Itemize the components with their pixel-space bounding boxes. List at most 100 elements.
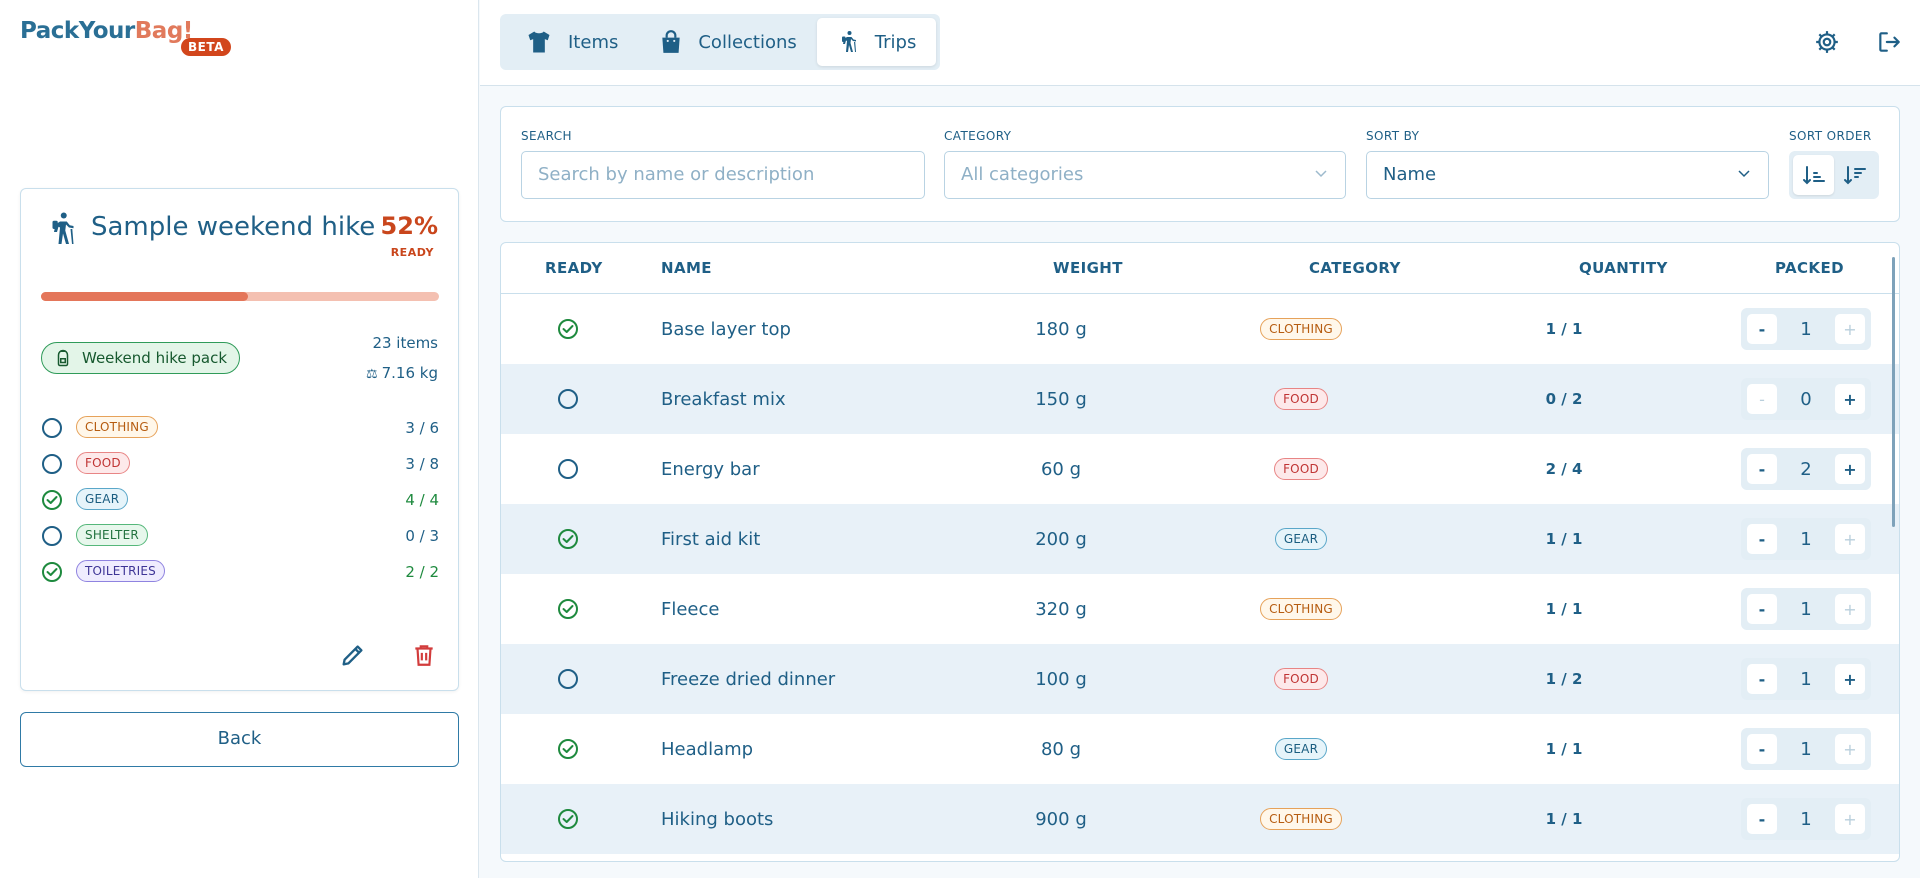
ready-status bbox=[557, 714, 587, 784]
packed-cell: - 1 + bbox=[1741, 644, 1871, 714]
logout-icon[interactable] bbox=[1876, 29, 1902, 55]
col-name[interactable]: NAME bbox=[661, 259, 712, 277]
sortorder-label: SORT ORDER bbox=[1789, 129, 1872, 143]
tab-items[interactable]: Items bbox=[504, 18, 638, 66]
item-weight: 150 g bbox=[1035, 388, 1087, 410]
category-tag: TOILETRIES bbox=[76, 560, 165, 582]
tab-collections[interactable]: Collections bbox=[638, 18, 816, 66]
pack-chip[interactable]: Weekend hike pack bbox=[41, 342, 241, 374]
decrement-button[interactable]: - bbox=[1747, 314, 1777, 344]
item-name: Energy bar bbox=[661, 458, 760, 480]
category-select[interactable]: All categories bbox=[944, 151, 1346, 199]
table-row[interactable]: Breakfast mix 150 g FOOD 0 / 2 - 0 + bbox=[501, 364, 1899, 434]
col-ready[interactable]: READY bbox=[545, 259, 603, 277]
increment-button[interactable]: + bbox=[1834, 384, 1865, 414]
item-category: FOOD bbox=[1201, 644, 1401, 714]
increment-button[interactable]: + bbox=[1834, 594, 1865, 624]
item-weight: 100 g bbox=[1035, 668, 1087, 690]
tab-trips[interactable]: Trips bbox=[816, 18, 937, 66]
pack-chip-label: Weekend hike pack bbox=[82, 349, 228, 367]
check-circle-icon bbox=[42, 562, 62, 582]
table-row[interactable]: Hiking boots 900 g CLOTHING 1 / 1 - 1 + bbox=[501, 784, 1899, 854]
backpack-icon bbox=[57, 349, 69, 367]
packed-cell: - 1 + bbox=[1741, 784, 1871, 854]
increment-button[interactable]: + bbox=[1834, 804, 1865, 834]
item-weight: 200 g bbox=[1035, 528, 1087, 550]
category-progress-row: SHELTER 0 / 3 bbox=[41, 519, 439, 555]
check-circle-icon bbox=[558, 739, 578, 759]
back-button[interactable]: Back bbox=[20, 712, 459, 767]
sort-ascending-button[interactable] bbox=[1793, 155, 1834, 195]
item-quantity: 0 / 2 bbox=[1545, 390, 1583, 408]
category-progress-row: GEAR 4 / 4 bbox=[41, 483, 439, 519]
table-row[interactable]: Headlamp 80 g GEAR 1 / 1 - 1 + bbox=[501, 714, 1899, 784]
col-quantity[interactable]: QUANTITY bbox=[1579, 259, 1668, 277]
sort-order-toggle bbox=[1789, 151, 1879, 199]
empty-circle-icon bbox=[42, 454, 62, 474]
category-count: 4 / 4 bbox=[405, 491, 439, 509]
item-category: FOOD bbox=[1201, 364, 1401, 434]
sort-descending-button[interactable] bbox=[1834, 155, 1875, 195]
table-scrollbar[interactable] bbox=[1892, 257, 1895, 527]
increment-button[interactable]: + bbox=[1834, 314, 1865, 344]
ready-status bbox=[557, 434, 587, 504]
increment-button[interactable]: + bbox=[1834, 524, 1865, 554]
decrement-button[interactable]: - bbox=[1747, 804, 1777, 834]
table-row[interactable]: Fleece 320 g CLOTHING 1 / 1 - 1 + bbox=[501, 574, 1899, 644]
packed-stepper: - 1 + bbox=[1741, 728, 1871, 770]
trash-icon[interactable] bbox=[411, 641, 437, 669]
decrement-button[interactable]: - bbox=[1747, 734, 1777, 764]
category-tag: GEAR bbox=[1274, 528, 1328, 550]
category-count: 2 / 2 bbox=[405, 563, 439, 581]
item-category: FOOD bbox=[1201, 434, 1401, 504]
col-category[interactable]: CATEGORY bbox=[1309, 259, 1401, 277]
search-input[interactable]: Search by name or description bbox=[521, 151, 925, 199]
category-tag: FOOD bbox=[76, 452, 130, 474]
increment-button[interactable]: + bbox=[1834, 734, 1865, 764]
filter-panel: SEARCH Search by name or description CAT… bbox=[500, 106, 1900, 222]
category-count: 3 / 8 bbox=[405, 455, 439, 473]
edit-icon[interactable] bbox=[339, 641, 367, 669]
category-tag: GEAR bbox=[76, 488, 129, 510]
sortby-select[interactable]: Name bbox=[1366, 151, 1769, 199]
packed-stepper: - 1 + bbox=[1741, 798, 1871, 840]
item-category: CLOTHING bbox=[1201, 574, 1401, 644]
category-select-value: All categories bbox=[961, 164, 1084, 185]
decrement-button[interactable]: - bbox=[1747, 524, 1777, 554]
packed-stepper: - 2 + bbox=[1741, 448, 1871, 490]
category-label: CATEGORY bbox=[944, 129, 1012, 143]
bag-icon bbox=[662, 30, 681, 53]
item-weight: 900 g bbox=[1035, 808, 1087, 830]
col-weight[interactable]: WEIGHT bbox=[1053, 259, 1123, 277]
increment-button[interactable]: + bbox=[1834, 454, 1865, 484]
sortby-select-value: Name bbox=[1383, 164, 1437, 185]
trip-percent: 52% bbox=[380, 212, 438, 240]
empty-circle-icon bbox=[42, 526, 62, 546]
table-row[interactable]: Base layer top 180 g CLOTHING 1 / 1 - 1 + bbox=[501, 294, 1899, 364]
item-category: GEAR bbox=[1201, 504, 1401, 574]
packed-cell: - 1 + bbox=[1741, 504, 1871, 574]
packed-stepper: - 0 + bbox=[1741, 378, 1871, 420]
increment-button[interactable]: + bbox=[1834, 664, 1865, 694]
category-tag: GEAR bbox=[1274, 738, 1328, 760]
gear-icon[interactable] bbox=[1814, 29, 1840, 55]
hiker-icon bbox=[52, 212, 74, 244]
app-logo[interactable]: PackYourBag! bbox=[20, 18, 193, 44]
ready-status bbox=[557, 644, 587, 714]
check-circle-icon bbox=[558, 599, 578, 619]
col-packed[interactable]: PACKED bbox=[1775, 259, 1844, 277]
category-tag: SHELTER bbox=[76, 524, 148, 546]
table-row[interactable]: Freeze dried dinner 100 g FOOD 1 / 2 - 1 + bbox=[501, 644, 1899, 714]
progress-bar bbox=[41, 292, 439, 301]
decrement-button[interactable]: - bbox=[1747, 384, 1777, 414]
item-name: Headlamp bbox=[661, 738, 754, 760]
ready-status bbox=[557, 574, 587, 644]
table-row[interactable]: First aid kit 200 g GEAR 1 / 1 - 1 + bbox=[501, 504, 1899, 574]
decrement-button[interactable]: - bbox=[1747, 664, 1777, 694]
decrement-button[interactable]: - bbox=[1747, 594, 1777, 624]
category-tag: FOOD bbox=[1274, 668, 1328, 690]
table-row[interactable]: Energy bar 60 g FOOD 2 / 4 - 2 + bbox=[501, 434, 1899, 504]
packed-cell: - 1 + bbox=[1741, 714, 1871, 784]
item-weight: 180 g bbox=[1035, 318, 1087, 340]
decrement-button[interactable]: - bbox=[1747, 454, 1777, 484]
